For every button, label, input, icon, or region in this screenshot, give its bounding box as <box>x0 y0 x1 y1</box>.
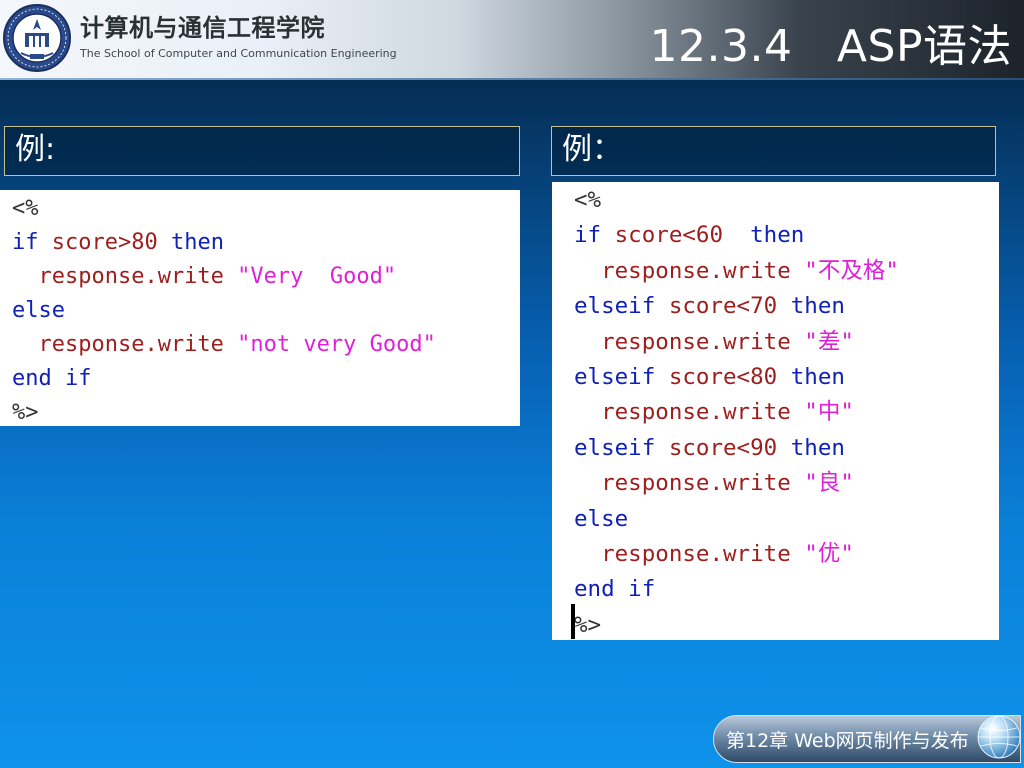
code-token: score<90 <box>655 434 791 461</box>
code-line: if score<60 then <box>574 218 999 253</box>
code-token: %> <box>12 400 39 425</box>
code-token: then <box>790 434 845 461</box>
code-token: response.write <box>574 470 805 497</box>
code-line: <% <box>574 183 999 218</box>
code-line: else <box>574 502 999 537</box>
code-token: end if <box>12 366 92 391</box>
code-line: %> <box>574 608 999 640</box>
header-divider <box>0 78 1024 80</box>
code-line: response.write "良" <box>574 466 999 501</box>
slide-title: 12.3.4 ASP语法 <box>649 21 1012 72</box>
globe-icon <box>977 715 1021 759</box>
code-token: if <box>574 222 602 249</box>
left-example-label: 例: <box>4 126 520 176</box>
code-line: end if <box>12 362 520 396</box>
code-token: response.write <box>574 328 805 355</box>
university-seal-icon <box>3 4 71 72</box>
code-line: response.write "not very Good" <box>12 328 520 362</box>
code-token: response.write <box>574 257 805 284</box>
code-line: <% <box>12 192 520 226</box>
code-token: end if <box>574 576 656 603</box>
chapter-title: 第12章 Web网页制作与发布 <box>726 730 969 752</box>
code-token: "not very Good" <box>237 332 436 357</box>
code-token: "不及格" <box>804 257 899 284</box>
text-cursor <box>571 604 575 639</box>
right-example-label: 例： <box>551 126 996 176</box>
code-token: else <box>574 505 629 532</box>
code-line: response.write "不及格" <box>574 254 999 289</box>
code-line: response.write "差" <box>574 325 999 360</box>
slide-header: 计算机与通信工程学院 The School of Computer and Co… <box>0 0 1024 78</box>
code-line: response.write "优" <box>574 537 999 572</box>
school-name-en: The School of Computer and Communication… <box>80 47 397 60</box>
code-line: elseif score<90 then <box>574 431 999 466</box>
code-token: then <box>170 230 224 255</box>
code-token: score>80 <box>38 230 171 255</box>
code-token: elseif <box>574 293 656 320</box>
code-line: if score>80 then <box>12 226 520 260</box>
school-name-cn: 计算机与通信工程学院 <box>80 14 325 42</box>
code-token: "差" <box>804 328 854 355</box>
code-token: response.write <box>12 264 238 289</box>
code-token: then <box>790 293 845 320</box>
left-code-block: <% if score>80 then response.write "Very … <box>0 190 520 426</box>
code-line: elseif score<70 then <box>574 289 999 324</box>
code-token: elseif <box>574 363 656 390</box>
code-token: "Very Good" <box>237 264 397 289</box>
code-token: then <box>790 363 845 390</box>
code-token: then <box>750 222 805 249</box>
code-token: score<60 <box>601 222 751 249</box>
code-token: score<80 <box>655 363 791 390</box>
code-token: "优" <box>804 540 854 567</box>
right-code-block: <% if score<60 then response.write "不及格" e… <box>552 182 999 640</box>
code-line: else <box>12 294 520 328</box>
code-token: "中" <box>804 399 854 426</box>
code-token: response.write <box>12 332 238 357</box>
code-line: %> <box>12 396 520 426</box>
code-line: elseif score<80 then <box>574 360 999 395</box>
code-token: <% <box>574 187 602 213</box>
code-token: response.write <box>574 399 805 426</box>
code-token: if <box>12 230 39 255</box>
code-token: "良" <box>804 470 854 497</box>
code-token: else <box>12 298 65 323</box>
code-token: %> <box>574 611 602 638</box>
code-token: response.write <box>574 540 805 567</box>
code-line: end if <box>574 572 999 607</box>
code-token: <% <box>12 196 39 221</box>
code-token: elseif <box>574 434 656 461</box>
code-token: score<70 <box>655 293 791 320</box>
code-line: response.write "中" <box>574 395 999 430</box>
code-line: response.write "Very Good" <box>12 260 520 294</box>
